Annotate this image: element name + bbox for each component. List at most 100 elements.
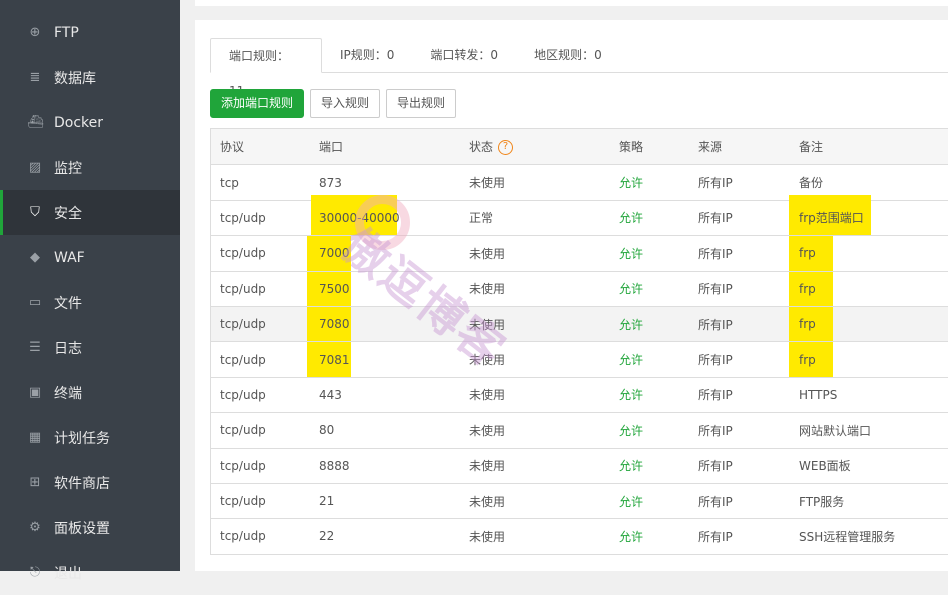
waf-shield-icon: ◆ <box>30 249 40 265</box>
sidebar-item-label: Docker <box>54 114 104 131</box>
sidebar-item-2[interactable]: ⛴ Docker <box>0 100 180 145</box>
tab-region-rules[interactable]: 地区规则：0 <box>516 38 620 73</box>
table-row[interactable]: tcp/udp 22 未使用 允许 所有IP SSH远程管理服务 <box>211 518 948 553</box>
header-port: 端口 <box>319 140 344 155</box>
cell-remark: FTP服务 <box>799 494 845 509</box>
table-row[interactable]: tcp/udp 30000-40000 正常 允许 所有IP frp范围端口 <box>211 194 948 236</box>
sidebar-item-12[interactable]: ⎋ 退出 <box>0 550 180 595</box>
cell-policy: 允许 <box>619 211 644 226</box>
cell-source: 所有IP <box>698 317 733 332</box>
top-card <box>195 0 948 6</box>
tab-port-rules[interactable]: 端口规则：11 <box>210 38 322 98</box>
cell-source: 所有IP <box>698 423 733 438</box>
sidebar-item-label: 终端 <box>54 385 82 402</box>
cell-remark: 网站默认端口 <box>799 423 872 438</box>
cell-status: 未使用 <box>469 459 506 474</box>
cell-source: 所有IP <box>698 353 733 368</box>
table-row[interactable]: tcp/udp 7500 未使用 允许 所有IP frp <box>211 270 948 308</box>
table-row[interactable]: tcp/udp 80 未使用 允许 所有IP 网站默认端口 <box>211 412 948 447</box>
docker-icon: ⛴ <box>27 114 44 130</box>
cell-protocol: tcp/udp <box>220 529 266 544</box>
import-rules-button[interactable]: 导入规则 <box>310 89 381 118</box>
cell-remark: frp <box>799 246 816 261</box>
sidebar-item-label: 安全 <box>54 205 82 222</box>
cell-policy: 允许 <box>619 459 644 474</box>
cell-port: 7081 <box>319 352 350 367</box>
cell-protocol: tcp/udp <box>220 210 266 225</box>
cell-protocol: tcp/udp <box>220 494 266 509</box>
cell-source: 所有IP <box>698 246 733 261</box>
gear-icon: ⚙ <box>29 519 41 535</box>
header-policy: 策略 <box>619 140 644 155</box>
cell-port: 22 <box>319 529 335 544</box>
tab-ip-rules[interactable]: IP规则：0 <box>322 38 412 73</box>
sidebar-item-label: 文件 <box>54 295 82 312</box>
cell-protocol: tcp/udp <box>220 423 266 438</box>
sidebar-item-label: 软件商店 <box>54 475 110 492</box>
shield-check-icon: ⛉ <box>30 204 40 220</box>
sidebar-item-8[interactable]: ▣ 终端 <box>0 370 180 415</box>
sidebar-item-label: 计划任务 <box>54 430 110 447</box>
cell-port: 21 <box>319 494 335 509</box>
cell-source: 所有IP <box>698 282 733 297</box>
cell-protocol: tcp/udp <box>220 317 266 332</box>
sidebar-item-label: WAF <box>54 249 85 266</box>
sidebar-item-10[interactable]: ⊞ 软件商店 <box>0 460 180 505</box>
sidebar-item-11[interactable]: ⚙ 面板设置 <box>0 505 180 550</box>
cell-port: 873 <box>319 175 342 190</box>
cell-policy: 允许 <box>619 176 644 191</box>
sidebar-item-5[interactable]: ◆ WAF <box>0 235 180 280</box>
cell-policy: 允许 <box>619 423 644 438</box>
header-status-label: 状态 <box>469 140 494 155</box>
logout-icon: ⎋ <box>29 564 41 580</box>
table-row[interactable]: tcp/udp 443 未使用 允许 所有IP HTTPS <box>211 376 948 412</box>
cell-remark: frp <box>799 281 816 296</box>
tab-port-forward[interactable]: 端口转发：0 <box>412 38 516 73</box>
sidebar-item-label: 面板设置 <box>54 520 110 537</box>
table-row[interactable]: tcp/udp 7000 未使用 允许 所有IP frp <box>211 235 948 273</box>
terminal-icon: ▣ <box>28 384 42 400</box>
port-rules-table: 协议 端口 状态? 策略 来源 备注 tcp 873 未使用 允许 所有IP 备份 tcp/… <box>210 128 948 555</box>
sidebar-item-7[interactable]: ☰ 日志 <box>0 325 180 370</box>
sidebar-item-4[interactable]: ⛉ 安全 <box>0 190 180 235</box>
cell-protocol: tcp/udp <box>220 246 266 261</box>
help-icon[interactable]: ? <box>498 140 514 156</box>
table-row[interactable]: tcp/udp 7081 未使用 允许 所有IP frp <box>211 341 948 379</box>
sidebar-item-label: 日志 <box>54 340 82 357</box>
table-row[interactable]: tcp/udp 7080 未使用 允许 所有IP frp <box>211 305 948 343</box>
cell-port: 80 <box>319 423 335 438</box>
table-row[interactable]: tcp/udp 8888 未使用 允许 所有IP WEB面板 <box>211 447 948 483</box>
cell-status: 未使用 <box>469 494 506 509</box>
cell-status: 未使用 <box>469 353 506 368</box>
cell-policy: 允许 <box>619 494 644 509</box>
table-row[interactable]: tcp/udp 21 未使用 允许 所有IP FTP服务 <box>211 482 948 518</box>
add-port-rule-button[interactable]: 添加端口规则 <box>210 89 305 118</box>
sidebar-item-6[interactable]: ▭ 文件 <box>0 280 180 325</box>
cell-remark: SSH远程管理服务 <box>799 529 896 544</box>
cell-source: 所有IP <box>698 459 733 474</box>
sidebar-item-1[interactable]: ≣ 数据库 <box>0 55 180 100</box>
cell-port: 7000 <box>319 246 350 261</box>
cell-port: 8888 <box>319 458 350 473</box>
rule-tabs: 端口规则：11 IP规则：0 端口转发：0 地区规则：0 <box>210 38 948 98</box>
cell-source: 所有IP <box>698 176 733 191</box>
cell-port: 443 <box>319 387 342 402</box>
cell-protocol: tcp/udp <box>220 281 266 296</box>
header-protocol: 协议 <box>220 140 245 155</box>
cell-source: 所有IP <box>698 388 733 403</box>
cell-policy: 允许 <box>619 529 644 544</box>
cell-remark: frp <box>799 352 816 367</box>
cell-remark: WEB面板 <box>799 459 851 474</box>
database-icon: ≣ <box>29 69 41 85</box>
cell-remark: HTTPS <box>799 387 838 402</box>
sidebar-item-label: 数据库 <box>54 70 96 87</box>
sidebar-item-3[interactable]: ▨ 监控 <box>0 145 180 190</box>
sidebar-item-9[interactable]: ▦ 计划任务 <box>0 415 180 460</box>
header-status: 状态? <box>469 138 514 156</box>
watermark-logo <box>355 195 410 250</box>
calendar-icon: ▦ <box>28 429 42 445</box>
sidebar-item-0[interactable]: ⊕ FTP <box>0 10 180 55</box>
table-header: 协议 端口 状态? 策略 来源 备注 <box>211 129 948 165</box>
cell-policy: 允许 <box>619 388 644 403</box>
export-rules-button[interactable]: 导出规则 <box>386 89 457 118</box>
